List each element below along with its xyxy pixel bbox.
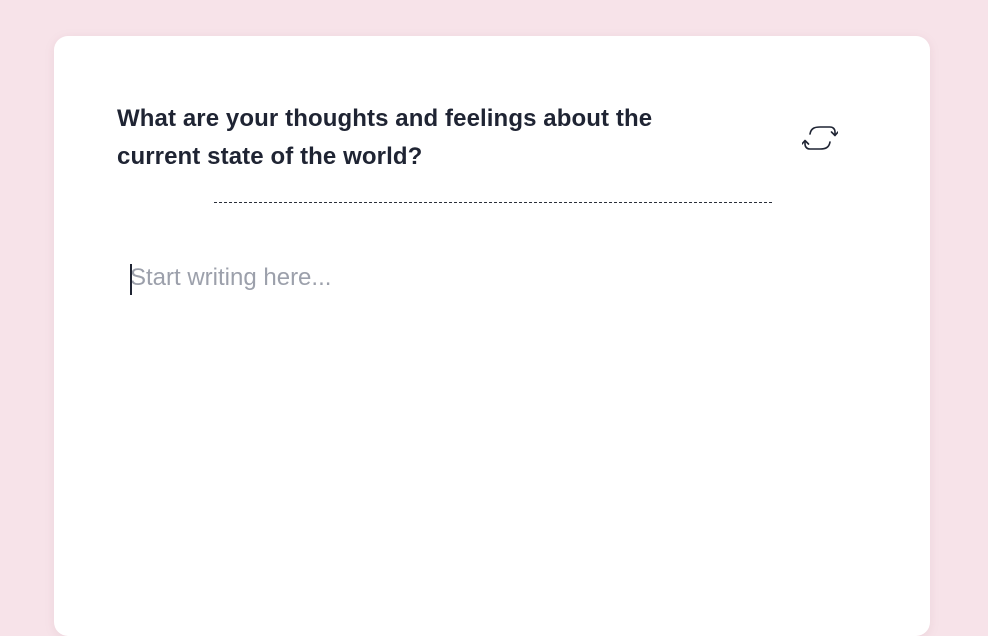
refresh-prompt-button[interactable] <box>800 120 840 156</box>
journal-prompt: What are your thoughts and feelings abou… <box>117 105 653 170</box>
text-cursor <box>130 264 132 295</box>
journal-entry-textarea[interactable] <box>130 258 870 598</box>
refresh-icon <box>802 126 838 150</box>
prompt-divider <box>214 202 772 203</box>
journal-card: What are your thoughts and feelings abou… <box>54 36 930 636</box>
